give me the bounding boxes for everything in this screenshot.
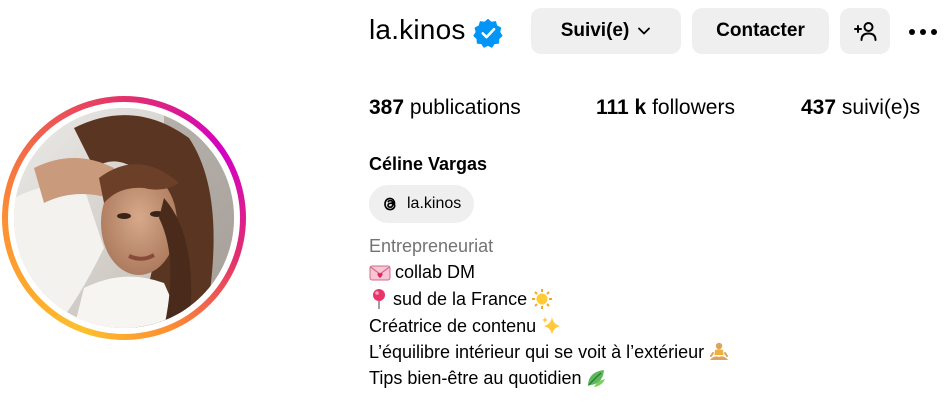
- love-letter-icon: [369, 265, 391, 280]
- category-label: Entrepreneuriat: [369, 236, 494, 256]
- followers-count: 111 k: [596, 96, 647, 119]
- threads-icon: [384, 197, 396, 211]
- threads-link[interactable]: la.kinos: [369, 185, 474, 223]
- following-button[interactable]: Suivi(e): [531, 8, 681, 54]
- bio-line: Tips bien-être au quotidien: [369, 367, 611, 389]
- following-count: 437: [801, 96, 837, 119]
- bio-line: collab DM: [369, 262, 475, 283]
- bio-line-text: Tips bien-être au quotidien: [369, 367, 582, 388]
- bio-line-text: sud de la France: [393, 288, 528, 309]
- more-horizontal-icon: [909, 29, 915, 35]
- posts-count-stat: 387 publications: [369, 96, 521, 120]
- bio-line-text: L’équilibre intérieur qui se voit à l’ex…: [369, 341, 705, 362]
- following-stat-link[interactable]: 437 suivi(e)s: [801, 96, 920, 120]
- message-button[interactable]: Contacter: [692, 8, 829, 54]
- add-person-icon: [854, 22, 877, 41]
- posts-count: 387: [369, 96, 405, 119]
- bio-line-text: collab DM: [395, 262, 476, 282]
- following-label: suivi(e)s: [841, 96, 921, 119]
- avatar-image: [14, 108, 234, 328]
- followers-stat-link[interactable]: 111 k followers: [596, 96, 735, 120]
- message-button-label: Contacter: [716, 20, 805, 41]
- bio-line-text: Créatrice de contenu: [369, 315, 537, 336]
- posts-label: publications: [409, 96, 521, 119]
- chevron-down-icon: [638, 27, 651, 35]
- leaf-icon: [588, 370, 606, 387]
- avatar[interactable]: [14, 108, 234, 328]
- pushpin-icon: [373, 289, 385, 309]
- sparkles-icon: [542, 317, 561, 335]
- followers-label: followers: [652, 96, 735, 119]
- avatar-story-ring[interactable]: [2, 96, 246, 340]
- avatar-ring-gap: [8, 102, 240, 334]
- more-options-button[interactable]: [905, 16, 941, 48]
- bio-line: sud de la France: [369, 288, 557, 310]
- verified-badge-icon: [473, 18, 503, 48]
- username: la.kinos: [369, 14, 466, 45]
- threads-handle: la.kinos: [407, 195, 462, 212]
- sun-icon: [532, 289, 553, 309]
- suggested-accounts-button[interactable]: [840, 8, 890, 54]
- meditation-icon: [710, 342, 729, 360]
- following-button-label: Suivi(e): [560, 20, 630, 41]
- bio-line: Créatrice de contenu: [369, 315, 566, 337]
- full-name: Céline Vargas: [369, 154, 488, 174]
- bio-line: L’équilibre intérieur qui se voit à l’ex…: [369, 341, 734, 363]
